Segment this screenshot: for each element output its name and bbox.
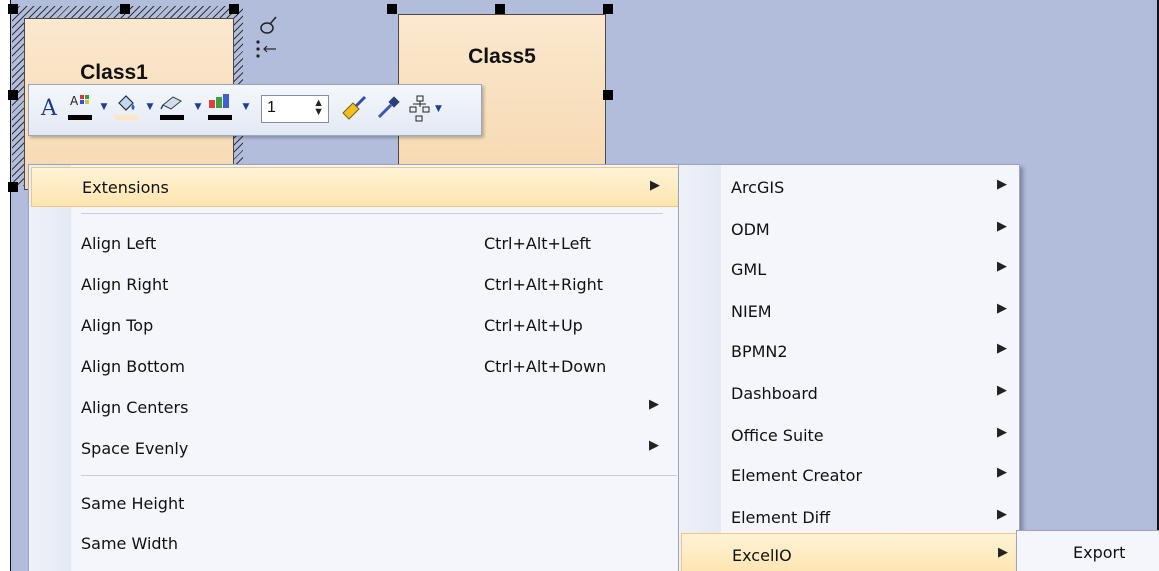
layout-icon[interactable]: ▼ [407, 93, 451, 123]
menu-item-shortcut: Ctrl+Alt+Left [484, 234, 592, 253]
menu-item-odm[interactable]: ODM ▶ [679, 209, 1017, 251]
submenu-arrow-icon: ▶ [998, 545, 1008, 560]
resize-handle[interactable] [387, 4, 397, 14]
resize-handle[interactable] [603, 4, 613, 14]
format-painter-icon[interactable] [339, 93, 369, 123]
menu-item-label: Extensions [82, 178, 169, 197]
menu-item-align-bottom[interactable]: Align Bottom Ctrl+Alt+Down [29, 346, 679, 388]
submenu-arrow-icon: ▶ [649, 438, 659, 453]
submenu-arrow-icon: ▶ [997, 219, 1007, 234]
menu-separator [81, 213, 663, 214]
menu-item-same-height[interactable]: Same Height [29, 483, 679, 525]
menu-item-align-top[interactable]: Align Top Ctrl+Alt+Up [29, 305, 679, 347]
menu-item-niem[interactable]: NIEM ▶ [679, 291, 1017, 333]
menu-item-label: Element Creator [731, 466, 863, 485]
menu-item-label: ExcelIO [732, 546, 792, 565]
menu-item-office-suite[interactable]: Office Suite ▶ [679, 415, 1017, 457]
submenu-arrow-icon: ▶ [997, 301, 1007, 316]
menu-item-label: ArcGIS [731, 178, 785, 197]
menu-item-label: Same Height [81, 494, 185, 513]
menu-item-export[interactable]: Export [1017, 533, 1159, 571]
submenu-arrow-icon: ▶ [997, 425, 1007, 440]
menu-item-label: ODM [731, 220, 770, 239]
menu-item-align-left[interactable]: Align Left Ctrl+Alt+Left [29, 223, 679, 265]
menu-item-bpmn2[interactable]: BPMN2 ▶ [679, 331, 1017, 373]
chevron-down-icon[interactable]: ▼ [241, 99, 251, 115]
menu-item-shortcut: Ctrl+Alt+Up [484, 316, 583, 335]
menu-item-same-width[interactable]: Same Width [29, 523, 679, 565]
svg-text:▼: ▼ [435, 104, 442, 114]
menu-item-label: Align Right [81, 275, 169, 294]
chevron-down-icon[interactable]: ▼ [145, 99, 155, 115]
resize-handle[interactable] [495, 4, 505, 14]
class1-title: Class1 [80, 61, 148, 84]
extensions-submenu: ArcGIS ▶ ODM ▶ GML ▶ NIEM ▶ BPMN2 ▶ Dash… [678, 164, 1020, 571]
menu-item-label: Element Diff [731, 508, 831, 527]
font-icon[interactable]: A [37, 93, 61, 123]
quicklink-icon[interactable] [255, 14, 279, 36]
line-width-stepper[interactable]: 1 ▲ ▼ [261, 95, 329, 123]
class5-title: Class5 [468, 45, 536, 68]
diagram-border-left [10, 0, 11, 571]
resize-handle[interactable] [229, 4, 239, 14]
chevron-down-icon[interactable]: ▼ [99, 99, 109, 115]
menu-item-arcgis[interactable]: ArcGIS ▶ [679, 167, 1017, 209]
menu-separator [81, 475, 677, 476]
resize-handle[interactable] [8, 182, 18, 192]
menu-item-label: Align Top [81, 316, 154, 335]
menu-item-align-centers[interactable]: Align Centers ▶ [29, 387, 679, 429]
menu-item-label: Space Evenly [81, 439, 189, 458]
menu-item-label: GML [731, 260, 767, 279]
submenu-arrow-icon: ▶ [997, 259, 1007, 274]
menu-item-label: Office Suite [731, 426, 824, 445]
menu-item-label: Same Width [81, 534, 178, 553]
menu-item-label: Align Centers [81, 398, 189, 417]
submenu-arrow-icon: ▶ [997, 465, 1007, 480]
menu-item-element-creator[interactable]: Element Creator ▶ [679, 455, 1017, 497]
menu-item-label: Align Bottom [81, 357, 185, 376]
menu-item-label: Dashboard [731, 384, 818, 403]
submenu-arrow-icon: ▶ [997, 383, 1007, 398]
connector-icon[interactable] [254, 38, 280, 60]
submenu-arrow-icon: ▶ [997, 341, 1007, 356]
fill-color-icon[interactable] [113, 91, 143, 125]
menu-item-align-right[interactable]: Align Right Ctrl+Alt+Right [29, 264, 679, 306]
font-color-icon[interactable]: A [67, 91, 97, 125]
submenu-arrow-icon: ▶ [650, 178, 660, 193]
menu-item-label: Export [1073, 543, 1126, 562]
menu-item-dashboard[interactable]: Dashboard ▶ [679, 373, 1017, 415]
line-width-icon[interactable] [207, 91, 237, 125]
chevron-down-icon[interactable]: ▼ [193, 99, 203, 115]
line-color-icon[interactable] [159, 91, 189, 125]
submenu-arrow-icon: ▶ [997, 507, 1007, 522]
canvas: Class1 Class5 A A ▼ ▼ ▼ ▼ 1 ▲ ▼ ▼ Extens… [0, 0, 1159, 571]
spin-arrows-icon[interactable]: ▲ ▼ [313, 98, 324, 118]
menu-item-excelio[interactable]: ExcelIO ▶ [681, 533, 1017, 571]
menu-item-label: Align Left [81, 234, 157, 253]
resize-handle[interactable] [603, 90, 613, 100]
menu-item-shortcut: Ctrl+Alt+Right [484, 275, 604, 294]
format-toolbar: A A ▼ ▼ ▼ ▼ 1 ▲ ▼ ▼ [28, 84, 482, 136]
line-width-value: 1 [267, 99, 276, 116]
eyedropper-icon[interactable] [373, 93, 403, 123]
menu-item-label: BPMN2 [731, 342, 788, 361]
excelio-submenu: Export [1016, 530, 1159, 571]
resize-handle[interactable] [8, 4, 18, 14]
submenu-arrow-icon: ▶ [997, 177, 1007, 192]
svg-text:A: A [70, 94, 79, 108]
menu-item-gml[interactable]: GML ▶ [679, 249, 1017, 291]
frame-margin [0, 0, 10, 571]
menu-item-extensions[interactable]: Extensions ▶ [31, 167, 679, 207]
menu-item-space-evenly[interactable]: Space Evenly ▶ [29, 428, 679, 470]
resize-handle[interactable] [120, 4, 130, 14]
menu-item-label: NIEM [731, 302, 772, 321]
menu-item-shortcut: Ctrl+Alt+Down [484, 357, 607, 376]
resize-handle[interactable] [8, 90, 18, 100]
submenu-arrow-icon: ▶ [649, 397, 659, 412]
context-menu: Extensions ▶ Align Left Ctrl+Alt+Left Al… [28, 164, 682, 571]
